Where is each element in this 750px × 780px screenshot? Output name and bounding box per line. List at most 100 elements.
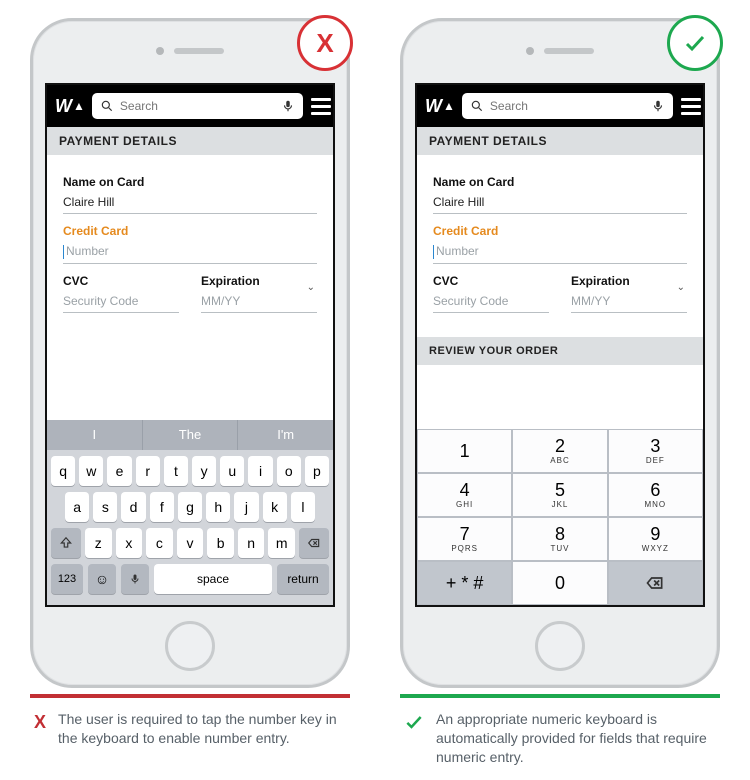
- key-7[interactable]: 7PQRS: [417, 517, 512, 561]
- prediction-bar: I The I'm: [47, 420, 333, 450]
- check-icon: [404, 712, 424, 767]
- prediction-2[interactable]: The: [143, 420, 239, 450]
- key-f[interactable]: f: [150, 492, 174, 522]
- chevron-down-icon[interactable]: ⌄: [307, 282, 315, 293]
- key-0[interactable]: 0: [512, 561, 607, 605]
- field-card: Credit Card Number: [63, 224, 317, 264]
- field-name: Name on Card Claire Hill: [433, 175, 687, 214]
- key-u[interactable]: u: [220, 456, 244, 486]
- key-h[interactable]: h: [206, 492, 230, 522]
- key-5[interactable]: 5JKL: [512, 473, 607, 517]
- key-l[interactable]: l: [291, 492, 315, 522]
- key-t[interactable]: t: [164, 456, 188, 486]
- prediction-3[interactable]: I'm: [238, 420, 333, 450]
- name-value[interactable]: Claire Hill: [433, 189, 687, 214]
- review-section-title: REVIEW YOUR ORDER: [417, 337, 703, 365]
- shift-key[interactable]: [51, 528, 81, 558]
- key-k[interactable]: k: [263, 492, 287, 522]
- key-z[interactable]: z: [85, 528, 112, 558]
- phone-earpiece: [526, 47, 594, 55]
- phone-earpiece: [156, 47, 224, 55]
- text-caret: [63, 245, 64, 259]
- key-s[interactable]: s: [93, 492, 117, 522]
- menu-button[interactable]: [681, 93, 701, 119]
- badge-correct: [667, 15, 723, 71]
- key-c[interactable]: c: [146, 528, 173, 558]
- prediction-1[interactable]: I: [47, 420, 143, 450]
- name-value[interactable]: Claire Hill: [63, 189, 317, 214]
- chevron-down-icon[interactable]: ⌄: [677, 282, 685, 293]
- name-label: Name on Card: [433, 175, 687, 189]
- symbols-key[interactable]: + * #: [417, 561, 512, 605]
- key-o[interactable]: o: [277, 456, 301, 486]
- card-input[interactable]: Number: [63, 238, 317, 264]
- key-3[interactable]: 3DEF: [608, 429, 703, 473]
- key-v[interactable]: v: [177, 528, 204, 558]
- card-input[interactable]: Number: [433, 238, 687, 264]
- app-logo: W▲: [55, 96, 84, 117]
- home-button[interactable]: [165, 621, 215, 671]
- key-n[interactable]: n: [238, 528, 265, 558]
- backspace-icon: [645, 573, 665, 593]
- exp-label: Expiration: [201, 274, 317, 288]
- search-box[interactable]: [462, 93, 673, 119]
- key-y[interactable]: y: [192, 456, 216, 486]
- screen-good: W▲ PAYMENT DETAILS Name on Card Claire H…: [415, 83, 705, 607]
- key-q[interactable]: q: [51, 456, 75, 486]
- backspace-key[interactable]: [299, 528, 329, 558]
- key-a[interactable]: a: [65, 492, 89, 522]
- text-caret: [433, 245, 434, 259]
- dictation-key[interactable]: [121, 564, 149, 594]
- key-b[interactable]: b: [207, 528, 234, 558]
- numbers-key[interactable]: 123: [51, 564, 83, 594]
- search-box[interactable]: [92, 93, 303, 119]
- mic-icon[interactable]: [281, 99, 295, 113]
- key-8[interactable]: 8TUV: [512, 517, 607, 561]
- field-expiration: Expiration ⌄: [201, 274, 317, 313]
- key-m[interactable]: m: [268, 528, 295, 558]
- exp-input[interactable]: [571, 288, 687, 313]
- mic-icon[interactable]: [651, 99, 665, 113]
- key-9[interactable]: 9WXYZ: [608, 517, 703, 561]
- key-2[interactable]: 2ABC: [512, 429, 607, 473]
- key-1[interactable]: 1: [417, 429, 512, 473]
- caption-bad: X The user is required to tap the number…: [30, 698, 350, 748]
- return-key[interactable]: return: [277, 564, 329, 594]
- key-j[interactable]: j: [234, 492, 258, 522]
- phone-frame-bad: X W▲ PAYMENT DETAILS Name on: [30, 18, 350, 688]
- caption-bad-text: The user is required to tap the number k…: [58, 710, 346, 748]
- bad-column: X W▲ PAYMENT DETAILS Name on: [25, 18, 355, 780]
- key-p[interactable]: p: [305, 456, 329, 486]
- numeric-keypad: 12ABC3DEF 4GHI5JKL6MNO 7PQRS8TUV9WXYZ + * …: [417, 429, 703, 605]
- search-input[interactable]: [490, 99, 645, 113]
- shift-icon: [59, 536, 73, 550]
- badge-incorrect: X: [297, 15, 353, 71]
- exp-input[interactable]: [201, 288, 317, 313]
- emoji-key[interactable]: ☺: [88, 564, 116, 594]
- backspace-key[interactable]: [608, 561, 703, 605]
- cvc-input[interactable]: [433, 288, 549, 313]
- key-i[interactable]: i: [248, 456, 272, 486]
- app-bar: W▲: [417, 85, 703, 127]
- mic-icon: [129, 573, 141, 585]
- key-6[interactable]: 6MNO: [608, 473, 703, 517]
- key-r[interactable]: r: [136, 456, 160, 486]
- key-w[interactable]: w: [79, 456, 103, 486]
- key-x[interactable]: x: [116, 528, 143, 558]
- search-icon: [470, 99, 484, 113]
- menu-button[interactable]: [311, 93, 331, 119]
- key-g[interactable]: g: [178, 492, 202, 522]
- section-title: PAYMENT DETAILS: [417, 127, 703, 155]
- x-icon: X: [316, 28, 333, 59]
- key-e[interactable]: e: [107, 456, 131, 486]
- home-button[interactable]: [535, 621, 585, 671]
- cvc-input[interactable]: [63, 288, 179, 313]
- key-d[interactable]: d: [121, 492, 145, 522]
- key-4[interactable]: 4GHI: [417, 473, 512, 517]
- search-icon: [100, 99, 114, 113]
- caption-good-text: An appropriate numeric keyboard is autom…: [436, 710, 716, 767]
- field-cvc: CVC: [63, 274, 179, 313]
- phone-frame-good: W▲ PAYMENT DETAILS Name on Card Claire H…: [400, 18, 720, 688]
- search-input[interactable]: [120, 99, 275, 113]
- space-key[interactable]: space: [154, 564, 272, 594]
